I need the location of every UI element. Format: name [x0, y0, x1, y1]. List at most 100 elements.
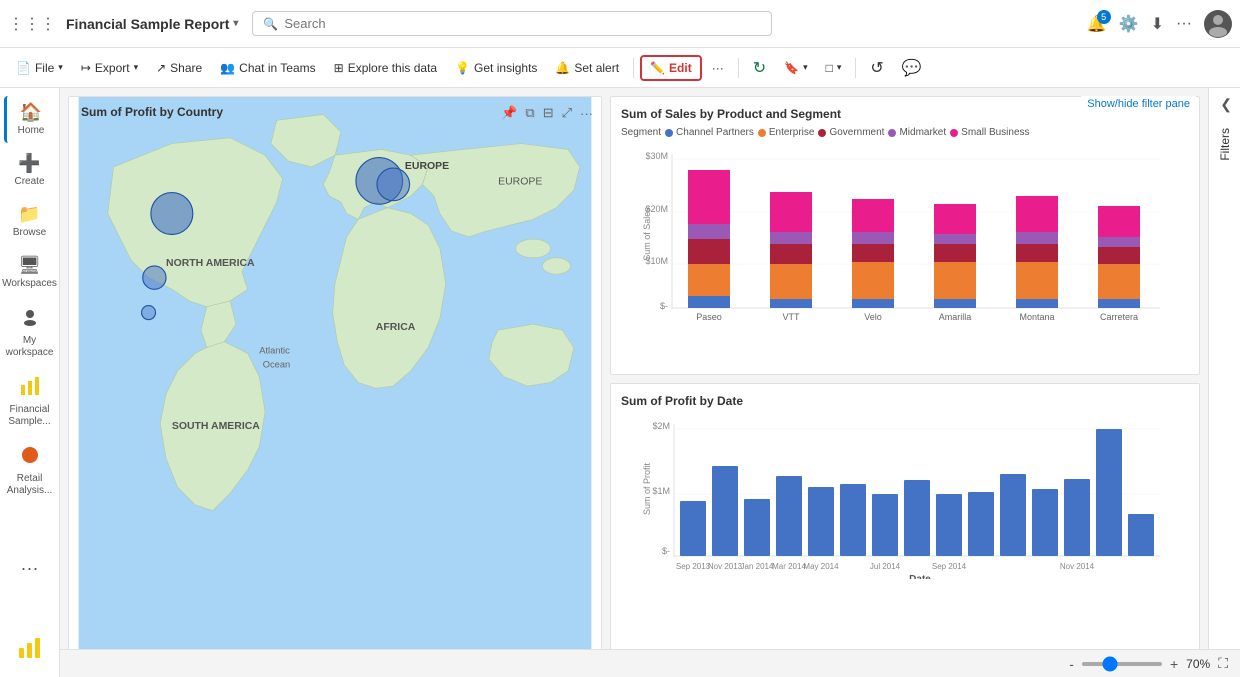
map-copy-button[interactable]: ⧉ — [523, 103, 536, 123]
sales-chart-svg: $30M $20M $10M $- Sum of Sales — [621, 144, 1189, 324]
fit-page-button[interactable]: ⛶ — [1218, 655, 1228, 672]
download-button[interactable]: ⬇ — [1151, 14, 1164, 34]
edit-icon: ✏️ — [650, 61, 665, 75]
sales-chart-box: Sum of Sales by Product and Segment Segm… — [610, 96, 1200, 375]
svg-text:Amarilla: Amarilla — [939, 312, 972, 322]
avatar[interactable] — [1204, 10, 1232, 38]
explore-data-button[interactable]: ⊞ Explore this data — [326, 57, 445, 79]
divider — [633, 58, 634, 78]
comment-button[interactable]: 💬 — [894, 54, 930, 82]
svg-text:$1M: $1M — [652, 486, 670, 496]
svg-text:Nov 2014: Nov 2014 — [1060, 562, 1095, 571]
map-pin-button[interactable]: 📌 — [499, 103, 519, 123]
retail-icon — [19, 444, 41, 471]
edit-button[interactable]: ✏️ Edit — [640, 55, 702, 81]
map-filter-button[interactable]: ⊟ — [541, 103, 556, 123]
legend-small: Small Business — [950, 127, 1029, 138]
alert-icon: 🔔 — [555, 61, 570, 75]
set-alert-button[interactable]: 🔔 Set alert — [547, 57, 627, 79]
zoom-plus-button[interactable]: + — [1170, 656, 1178, 672]
sidebar-item-financial[interactable]: Financial Sample... — [4, 369, 56, 434]
chevron-down-icon: ▾ — [58, 62, 63, 73]
toolbar: 📄 File ▾ ↦ Export ▾ ↗ Share 👥 Chat in Te… — [0, 48, 1240, 88]
view-button[interactable]: □ ▾ — [818, 57, 850, 79]
chat-teams-button[interactable]: 👥 Chat in Teams — [212, 57, 323, 79]
file-icon: 📄 — [16, 61, 31, 75]
explore-icon: ⊞ — [334, 61, 344, 75]
svg-text:Jul 2014: Jul 2014 — [870, 562, 901, 571]
search-input[interactable] — [284, 16, 761, 31]
svg-text:NORTH AMERICA: NORTH AMERICA — [166, 258, 255, 269]
chevron-down-icon[interactable]: ▾ — [233, 18, 238, 29]
svg-text:AFRICA: AFRICA — [376, 322, 416, 333]
home-icon: 🏠 — [20, 102, 42, 123]
sidebar-item-my-workspace[interactable]: My workspace — [4, 300, 56, 365]
app-title: Financial Sample Report ▾ — [66, 16, 238, 32]
insights-icon: 💡 — [455, 61, 470, 75]
zoom-minus-button[interactable]: - — [1069, 656, 1074, 672]
filters-label: Filters — [1218, 128, 1232, 161]
map-more-button[interactable]: ··· — [578, 103, 595, 123]
sidebar-item-home[interactable]: 🏠 Home — [4, 96, 56, 143]
file-button[interactable]: 📄 File ▾ — [8, 57, 71, 79]
chevron-down-icon: ▾ — [803, 62, 808, 73]
workspaces-icon: 🖥 — [18, 255, 41, 276]
zoom-percent: 70% — [1186, 657, 1210, 671]
svg-text:Ocean: Ocean — [263, 359, 290, 369]
export-button[interactable]: ↦ Export ▾ — [73, 57, 146, 79]
svg-text:Sep 2013: Sep 2013 — [676, 562, 711, 571]
search-bar[interactable]: 🔍 — [252, 11, 772, 36]
legend-government: Government — [818, 127, 884, 138]
map-expand-button[interactable]: ⤢ — [560, 103, 574, 123]
zoom-slider[interactable] — [1082, 662, 1162, 666]
sidebar-item-retail[interactable]: Retail Analysis... — [4, 438, 56, 503]
svg-text:$-: $- — [662, 546, 670, 556]
browse-icon: 📁 — [18, 204, 40, 225]
svg-text:Jan 2014: Jan 2014 — [741, 562, 774, 571]
refresh-button[interactable]: ↻ — [745, 54, 774, 82]
share-button[interactable]: ↗ Share — [148, 57, 210, 79]
filter-panel[interactable]: ❮ Filters — [1208, 88, 1240, 677]
svg-text:EUROPE: EUROPE — [498, 176, 542, 187]
share-icon: ↗ — [156, 61, 166, 75]
svg-text:SOUTH AMERICA: SOUTH AMERICA — [172, 421, 260, 432]
more-icon: ··· — [21, 558, 39, 579]
top-nav: ⋮⋮⋮ Financial Sample Report ▾ 🔍 🔔 5 ⚙️ ⬇… — [0, 0, 1240, 48]
svg-text:$2M: $2M — [652, 421, 670, 431]
get-insights-button[interactable]: 💡 Get insights — [447, 57, 545, 79]
sidebar-item-create[interactable]: ➕ Create — [4, 147, 56, 194]
sidebar: 🏠 Home ➕ Create 📁 Browse 🖥 Workspaces My… — [0, 88, 60, 677]
sidebar-item-workspaces[interactable]: 🖥 Workspaces — [4, 249, 56, 296]
collapse-icon[interactable]: ❮ — [1220, 96, 1232, 113]
divider2 — [738, 58, 739, 78]
notifications-button[interactable]: 🔔 5 — [1087, 14, 1107, 34]
power-bi-logo — [16, 634, 44, 665]
chevron-down-icon: ▾ — [837, 62, 842, 73]
map-title: Sum of Profit by Country — [81, 105, 223, 119]
divider3 — [855, 58, 856, 78]
world-map: NORTH AMERICA EUROPE EUROPE AFRICA SOUTH… — [69, 97, 601, 668]
svg-text:Sum of Profit: Sum of Profit — [642, 462, 652, 515]
segment-label: Segment — [621, 127, 661, 138]
content-area: Sum of Profit by Country 📌 ⧉ ⊟ ⤢ ··· — [60, 88, 1240, 677]
profit-chart-title: Sum of Profit by Date — [621, 394, 1189, 408]
svg-text:$-: $- — [660, 301, 668, 311]
svg-text:May 2014: May 2014 — [803, 562, 839, 571]
svg-text:Sum of Sales: Sum of Sales — [642, 207, 652, 261]
svg-text:Date: Date — [909, 574, 931, 579]
show-hide-filter-button[interactable]: Show/hide filter pane — [1081, 96, 1196, 112]
profit-chart-svg: $2M $1M $- Sum of Profit — [621, 414, 1189, 579]
settings-button[interactable]: ⚙️ — [1119, 14, 1139, 34]
map-panel: Sum of Profit by Country 📌 ⧉ ⊟ ⤢ ··· — [68, 96, 602, 669]
legend-channel: Channel Partners — [665, 127, 754, 138]
sidebar-more-button[interactable]: ··· — [4, 552, 56, 585]
more-options-button[interactable]: ··· — [1176, 15, 1192, 33]
reset-button[interactable]: ↺ — [862, 54, 891, 82]
zoom-bar: - + 70% ⛶ — [60, 649, 1240, 677]
bookmark-button[interactable]: 🔖 ▾ — [776, 57, 815, 79]
sidebar-item-browse[interactable]: 📁 Browse — [4, 198, 56, 245]
svg-text:Mar 2014: Mar 2014 — [772, 562, 806, 571]
profit-chart-box: Sum of Profit by Date $2M $1M $- Sum of … — [610, 383, 1200, 662]
teams-icon: 👥 — [220, 61, 235, 75]
more-toolbar-button[interactable]: ··· — [704, 57, 732, 79]
